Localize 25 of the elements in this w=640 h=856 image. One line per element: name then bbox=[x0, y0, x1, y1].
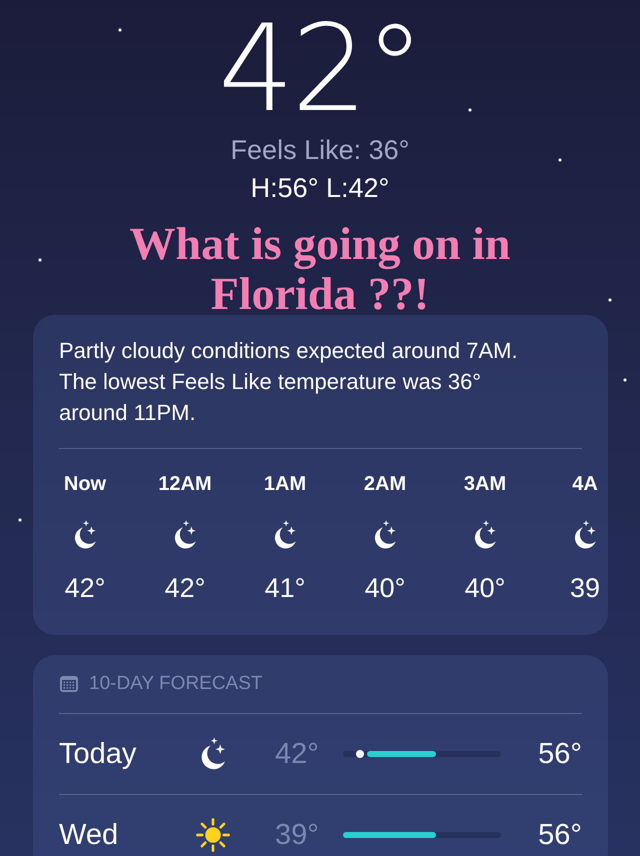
section-title: 10-DAY FORECAST bbox=[89, 673, 263, 695]
hour-label: 4A bbox=[572, 472, 598, 497]
hour-label: 1AM bbox=[264, 472, 306, 497]
caption-text: What is going on in Florida ??! bbox=[128, 219, 512, 319]
hour-temperature: 40° bbox=[364, 572, 406, 604]
hour-label: 12AM bbox=[158, 472, 212, 497]
high-low-text: H:56° L:42° bbox=[250, 172, 390, 205]
day-label: Today bbox=[59, 738, 138, 770]
hour-temperature: 39 bbox=[570, 572, 600, 604]
hour-label: Now bbox=[64, 472, 106, 497]
high-temperature: 56° bbox=[538, 818, 582, 852]
hour-temperature: 41° bbox=[264, 572, 306, 604]
calendar-icon bbox=[59, 674, 79, 694]
low-temperature: 39° bbox=[275, 818, 320, 852]
range-fill bbox=[367, 751, 436, 757]
hour-temperature: 42° bbox=[64, 572, 106, 604]
high-temperature: 56° bbox=[538, 738, 582, 770]
hour-temperature: 42° bbox=[164, 572, 206, 604]
hour-label: 3AM bbox=[464, 472, 506, 497]
hour-temperature: 40° bbox=[464, 572, 506, 604]
low-temperature: 42° bbox=[275, 738, 320, 770]
summary-text: Partly cloudy conditions expected around 7AM. The lowest Feels Like temperature was 36° around 11PM. bbox=[59, 335, 582, 449]
day-label: Wed bbox=[59, 818, 120, 852]
hour-label: 2AM bbox=[364, 472, 406, 497]
sun-icon bbox=[195, 817, 231, 853]
